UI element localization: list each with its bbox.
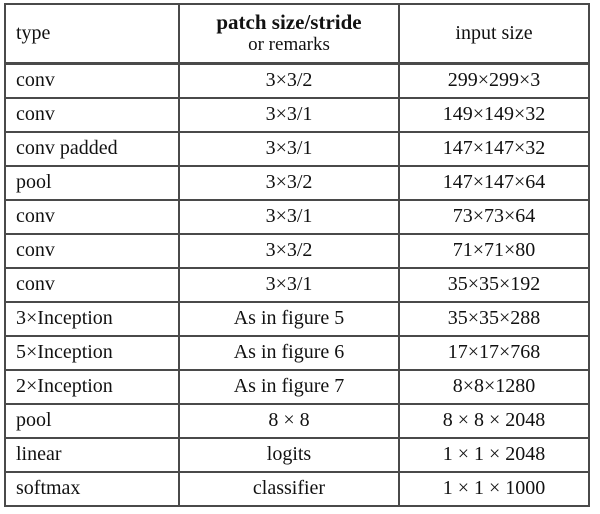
cell-layer-type: conv	[4, 266, 180, 303]
table-header-row: type patch size/stride or remarks input …	[4, 3, 590, 65]
table-row: conv 3×3/2 299×299×3	[4, 62, 590, 99]
cell-layer-type: conv padded	[4, 130, 180, 167]
cell-patch-size-stride: As in figure 5	[178, 300, 400, 337]
cell-patch-size-stride: logits	[178, 436, 400, 473]
cell-patch-size-stride: 3×3/2	[178, 232, 400, 269]
cell-input-size: 1 × 1 × 1000	[398, 470, 590, 507]
cell-patch-size-stride: 3×3/1	[178, 96, 400, 133]
cell-patch-size-stride: 8 × 8	[178, 402, 400, 439]
table-row: 3×Inception As in figure 5 35×35×288	[4, 300, 590, 337]
cell-layer-type: pool	[4, 164, 180, 201]
cell-patch-size-stride: 3×3/1	[178, 130, 400, 167]
table-body: conv 3×3/2 299×299×3 conv 3×3/1 149×149×32 con…	[4, 62, 590, 507]
cell-input-size: 8 × 8 × 2048	[398, 402, 590, 439]
cell-input-size: 1 × 1 × 2048	[398, 436, 590, 473]
cell-layer-type: 2×Inception	[4, 368, 180, 405]
cell-input-size: 299×299×3	[398, 62, 590, 99]
table-row: 2×Inception As in figure 7 8×8×1280	[4, 368, 590, 405]
cell-input-size: 17×17×768	[398, 334, 590, 371]
cell-input-size: 147×147×32	[398, 130, 590, 167]
architecture-table-container: type patch size/stride or remarks input …	[4, 3, 590, 508]
cell-patch-size-stride: classifier	[178, 470, 400, 507]
cell-layer-type: conv	[4, 96, 180, 133]
cell-patch-size-stride: 3×3/2	[178, 62, 400, 99]
network-architecture-table: type patch size/stride or remarks input …	[4, 3, 590, 507]
cell-layer-type: conv	[4, 198, 180, 235]
table-row: conv 3×3/1 35×35×192	[4, 266, 590, 303]
cell-input-size: 8×8×1280	[398, 368, 590, 405]
cell-patch-size-stride: 3×3/1	[178, 266, 400, 303]
cell-input-size: 73×73×64	[398, 198, 590, 235]
cell-input-size: 71×71×80	[398, 232, 590, 269]
cell-layer-type: linear	[4, 436, 180, 473]
table-row: pool 8 × 88 × 8 × 2048	[4, 402, 590, 439]
column-header-patch-size-stride-main: patch size/stride	[216, 10, 362, 35]
cell-input-size: 149×149×32	[398, 96, 590, 133]
table-row: conv padded 3×3/1 147×147×32	[4, 130, 590, 167]
table-row: conv 3×3/2 71×71×80	[4, 232, 590, 269]
table-row: conv 3×3/1 73×73×64	[4, 198, 590, 235]
cell-layer-type: softmax	[4, 470, 180, 507]
cell-input-size: 147×147×64	[398, 164, 590, 201]
table-header: type patch size/stride or remarks input …	[4, 3, 590, 65]
cell-layer-type: 3×Inception	[4, 300, 180, 337]
cell-layer-type: 5×Inception	[4, 334, 180, 371]
cell-patch-size-stride: 3×3/1	[178, 198, 400, 235]
cell-input-size: 35×35×192	[398, 266, 590, 303]
cell-layer-type: pool	[4, 402, 180, 439]
table-row: conv 3×3/1 149×149×32	[4, 96, 590, 133]
column-header-patch-size-stride: patch size/stride or remarks	[178, 3, 400, 65]
column-header-input-size: input size	[398, 3, 590, 65]
column-header-type: type	[4, 3, 180, 65]
cell-patch-size-stride: As in figure 6	[178, 334, 400, 371]
cell-input-size: 35×35×288	[398, 300, 590, 337]
table-row: pool 3×3/2 147×147×64	[4, 164, 590, 201]
cell-layer-type: conv	[4, 62, 180, 99]
cell-layer-type: conv	[4, 232, 180, 269]
column-header-patch-size-stride-sub: or remarks	[248, 34, 330, 56]
cell-patch-size-stride: As in figure 7	[178, 368, 400, 405]
cell-patch-size-stride: 3×3/2	[178, 164, 400, 201]
table-row: linear logits 1 × 1 × 2048	[4, 436, 590, 473]
table-row: softmax classifier 1 × 1 × 1000	[4, 470, 590, 507]
table-row: 5×Inception As in figure 6 17×17×768	[4, 334, 590, 371]
